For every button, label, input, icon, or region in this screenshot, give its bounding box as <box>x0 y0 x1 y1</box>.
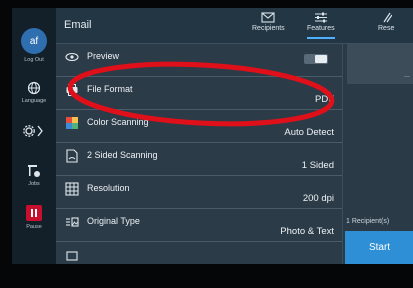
color-scanning-value: Auto Detect <box>284 127 334 138</box>
device-settings-button[interactable] <box>22 124 46 138</box>
pause-label: Pause <box>26 224 42 230</box>
list-item-preview[interactable]: Preview <box>56 44 342 77</box>
recipient-count: 1 Recipient(s) <box>346 218 390 225</box>
original-type-label: Original Type <box>87 216 140 226</box>
pause-icon <box>26 205 42 221</box>
avatar: af <box>21 28 47 54</box>
envelope-icon <box>261 12 275 23</box>
touch-screen: af Log Out Language Jobs Pause Email Rec… <box>12 8 413 264</box>
eye-icon <box>65 52 79 62</box>
color-scanning-label: Color Scanning <box>87 117 149 127</box>
partial-item-icon <box>66 251 78 261</box>
printer-file-icon <box>66 84 78 96</box>
2-sided-scanning-value: 1 Sided <box>301 160 334 171</box>
globe-icon <box>27 81 41 95</box>
resolution-label: Resolution <box>87 183 130 193</box>
logout-label: Log Out <box>24 57 44 63</box>
preview-toggle[interactable] <box>304 54 328 64</box>
gear-chevron-icon <box>23 125 43 137</box>
grid-icon <box>65 182 79 196</box>
more-options[interactable]: ... <box>404 72 410 79</box>
list-item-color-scanning[interactable]: Color Scanning Auto Detect <box>56 110 342 143</box>
jobs-button[interactable]: Jobs <box>27 164 41 187</box>
reset-label: Rese <box>378 25 395 32</box>
original-type-value: Photo & Text <box>280 226 334 237</box>
logout-button[interactable]: af Log Out <box>21 8 47 63</box>
original-type-icon <box>66 217 79 227</box>
page-title: Email <box>64 19 92 31</box>
list-item-file-format[interactable]: File Format PDF <box>56 77 342 110</box>
language-button[interactable]: Language <box>22 81 46 104</box>
2-sided-scanning-label: 2 Sided Scanning <box>87 150 158 160</box>
jobs-icon <box>28 165 40 177</box>
file-format-label: File Format <box>87 84 133 94</box>
color-icon <box>66 117 78 129</box>
start-button[interactable]: Start <box>345 231 413 264</box>
jobs-label: Jobs <box>28 181 40 187</box>
file-format-value: PDF <box>315 94 334 105</box>
list-item-original-type[interactable]: Original Type Photo & Text <box>56 209 342 242</box>
app-header: Email Recipients Features Rese <box>56 8 413 44</box>
reset-icon <box>383 12 393 23</box>
tab-features-label: Features <box>307 25 335 32</box>
tab-recipients-label: Recipients <box>252 25 285 32</box>
preview-label: Preview <box>87 51 120 61</box>
list-item-resolution[interactable]: Resolution 200 dpi <box>56 176 342 209</box>
list-item-partial[interactable] <box>56 242 342 264</box>
recipient-pane: ... 1 Recipient(s) Start <box>342 44 413 264</box>
two-sided-icon <box>66 149 78 163</box>
tab-features[interactable]: Features <box>307 12 335 39</box>
reset-button[interactable]: Rese <box>378 12 394 32</box>
list-item-2-sided-scanning[interactable]: 2 Sided Scanning 1 Sided <box>56 143 342 176</box>
left-rail: af Log Out Language Jobs Pause <box>12 8 56 264</box>
language-label: Language <box>21 98 47 104</box>
recipient-entry[interactable]: ... <box>347 44 413 84</box>
resolution-value: 200 dpi <box>302 193 334 204</box>
tab-recipients[interactable]: Recipients <box>252 12 285 32</box>
feature-list: Preview File Format PDF Color Scanning A… <box>56 44 342 264</box>
pause-button[interactable]: Pause <box>26 205 42 230</box>
sliders-icon <box>314 12 327 23</box>
